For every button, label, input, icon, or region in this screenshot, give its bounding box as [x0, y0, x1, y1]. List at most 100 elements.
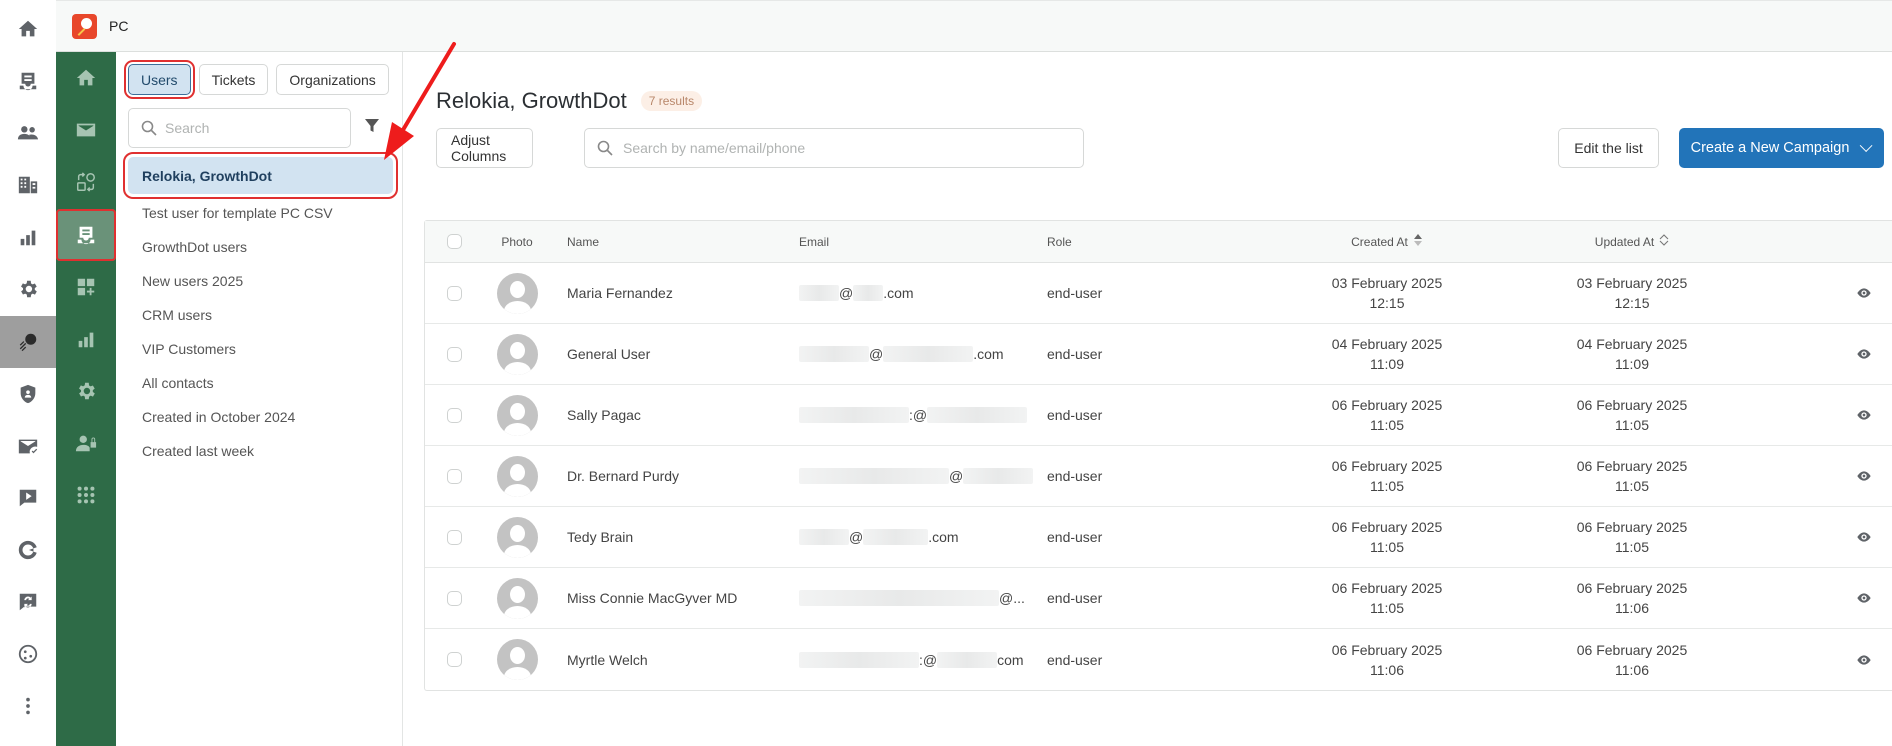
adjust-columns-button[interactable]: Adjust Columns	[436, 128, 533, 168]
list-item[interactable]: Created in October 2024	[128, 400, 393, 434]
view-eye-icon[interactable]	[1856, 346, 1872, 362]
rail-settings[interactable]	[0, 263, 56, 315]
tab-organizations[interactable]: Organizations	[276, 64, 389, 95]
list-item[interactable]: VIP Customers	[128, 332, 393, 366]
user-name[interactable]: Tedy Brain	[551, 529, 799, 545]
view-eye-icon[interactable]	[1856, 652, 1872, 668]
rail-more[interactable]	[0, 680, 56, 732]
list-search-input[interactable]	[165, 120, 335, 136]
list-item[interactable]: Test user for template PC CSV	[128, 196, 393, 230]
updated-at: 03 February 2025 12:15	[1507, 273, 1757, 313]
redacted-local-part	[799, 285, 839, 301]
nav-home[interactable]	[56, 52, 116, 104]
table-row[interactable]: Miss Connie MacGyver MD @... end-user 06…	[425, 568, 1892, 629]
create-campaign-button[interactable]: Create a New Campaign	[1679, 128, 1884, 168]
list-item[interactable]: GrowthDot users	[128, 230, 393, 264]
nav-reports[interactable]	[56, 313, 116, 365]
filter-button[interactable]	[364, 118, 382, 136]
user-name[interactable]: Maria Fernandez	[551, 285, 799, 301]
row-checkbox[interactable]	[446, 285, 462, 301]
view-eye-icon[interactable]	[1856, 285, 1872, 301]
nav-mail[interactable]	[56, 104, 116, 156]
avatar[interactable]	[496, 272, 538, 314]
app-root: PC Users Tickets Organizations Relokia, …	[0, 0, 1892, 746]
updated-at: 06 February 2025 11:05	[1507, 456, 1757, 496]
rail-organizations[interactable]	[0, 159, 56, 211]
updated-at: 06 February 2025 11:05	[1507, 517, 1757, 557]
row-checkbox[interactable]	[446, 407, 462, 423]
avatar[interactable]	[496, 516, 538, 558]
edit-list-button[interactable]: Edit the list	[1558, 128, 1659, 168]
nav-user-permissions[interactable]	[56, 417, 116, 469]
nav-sync[interactable]	[56, 156, 116, 208]
view-eye-icon[interactable]	[1856, 468, 1872, 484]
nav-lists[interactable]	[56, 209, 116, 261]
list-item[interactable]: Created last week	[128, 434, 393, 468]
view-eye-icon[interactable]	[1856, 529, 1872, 545]
app-rail	[0, 0, 56, 746]
user-name[interactable]: Miss Connie MacGyver MD	[551, 590, 799, 606]
avatar[interactable]	[496, 333, 538, 375]
user-name[interactable]: Dr. Bernard Purdy	[551, 468, 799, 484]
list-item[interactable]: All contacts	[128, 366, 393, 400]
rail-contacts[interactable]	[0, 107, 56, 159]
table-row[interactable]: Myrtle Welch :@ com end-user 06 February…	[425, 629, 1892, 690]
row-checkbox[interactable]	[446, 468, 462, 484]
user-name[interactable]: General User	[551, 346, 799, 362]
list-item[interactable]: Relokia, GrowthDot	[123, 152, 398, 199]
user-email: @ .com	[799, 346, 1047, 362]
avatar[interactable]	[496, 577, 538, 619]
row-checkbox[interactable]	[446, 346, 462, 362]
nav-add-widget[interactable]	[56, 261, 116, 313]
rail-analytics[interactable]	[0, 524, 56, 576]
email-tld: .com	[973, 346, 1004, 362]
avatar[interactable]	[496, 639, 538, 680]
col-created[interactable]: Created At	[1267, 232, 1507, 252]
row-checkbox[interactable]	[446, 652, 462, 667]
col-updated[interactable]: Updated At	[1507, 232, 1757, 252]
rail-reports[interactable]	[0, 211, 56, 263]
table-row[interactable]: Dr. Bernard Purdy @ end-user 06 February…	[425, 446, 1892, 507]
table-row[interactable]: General User @ .com end-user 04 February…	[425, 324, 1892, 385]
created-date: 03 February 2025	[1331, 275, 1443, 291]
table-row[interactable]: Sally Pagac :@ end-user 06 February 2025…	[425, 385, 1892, 446]
shield-user-icon	[20, 384, 36, 404]
user-name[interactable]: Sally Pagac	[551, 407, 799, 423]
table-row[interactable]: Tedy Brain @ .com end-user 06 February 2…	[425, 507, 1892, 568]
col-created-label: Created At	[1351, 234, 1408, 249]
email-tld: com	[997, 651, 1024, 668]
updated-date: 04 February 2025	[1576, 336, 1688, 352]
list-item[interactable]: CRM users	[128, 298, 393, 332]
avatar[interactable]	[496, 455, 538, 497]
table-row[interactable]: Maria Fernandez @ .com end-user 03 Febru…	[425, 263, 1892, 324]
redacted-domain	[937, 651, 998, 668]
tab-tickets[interactable]: Tickets	[198, 64, 269, 95]
created-at: 06 February 2025 11:05	[1267, 456, 1507, 496]
user-role: end-user	[1047, 529, 1103, 545]
rail-security[interactable]	[0, 368, 56, 420]
row-checkbox[interactable]	[446, 529, 462, 545]
user-search	[584, 128, 1084, 168]
email-at: @...	[999, 590, 1025, 606]
settings-icon	[79, 382, 95, 400]
view-eye-icon[interactable]	[1856, 590, 1872, 606]
redacted-local-part	[799, 651, 919, 668]
rail-home[interactable]	[0, 3, 56, 55]
user-name[interactable]: Myrtle Welch	[551, 652, 799, 668]
select-all-checkbox[interactable]	[446, 234, 462, 249]
list-item[interactable]: New users 2025	[128, 264, 393, 298]
rail-app-logo[interactable]	[0, 316, 56, 368]
rail-chat-sync[interactable]	[0, 576, 56, 628]
rail-video-message[interactable]	[0, 472, 56, 524]
nav-apps[interactable]	[56, 469, 116, 521]
rail-network[interactable]	[0, 628, 56, 680]
user-search-input[interactable]	[623, 140, 1063, 156]
tab-users[interactable]: Users	[124, 60, 195, 99]
email-at: @	[869, 346, 884, 362]
avatar[interactable]	[496, 394, 538, 436]
row-checkbox[interactable]	[446, 590, 462, 606]
rail-mail-check[interactable]	[0, 420, 56, 472]
nav-settings[interactable]	[56, 365, 116, 417]
rail-inbox[interactable]	[0, 55, 56, 107]
view-eye-icon[interactable]	[1856, 407, 1872, 423]
